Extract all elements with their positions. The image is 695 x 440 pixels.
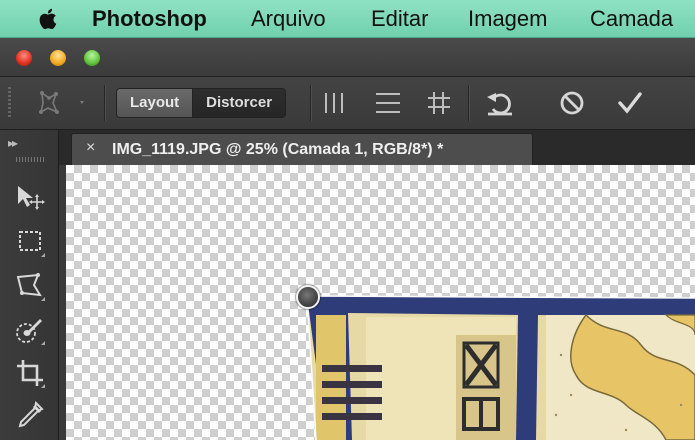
menu-imagem[interactable]: Imagem (468, 6, 547, 32)
crop-tool-icon[interactable] (14, 358, 46, 388)
options-bar: Layout Distorcer (0, 77, 695, 130)
options-separator (310, 85, 311, 121)
document-tab[interactable]: × IMG_1119.JPG @ 25% (Camada 1, RGB/8*) … (71, 133, 533, 165)
vertical-lines-icon[interactable] (321, 88, 351, 118)
transform-corner-handle[interactable] (296, 285, 320, 309)
move-tool-icon[interactable] (14, 182, 46, 212)
marquee-tool-icon[interactable] (14, 227, 46, 257)
options-separator (468, 85, 469, 121)
undo-icon[interactable] (484, 87, 516, 119)
mode-toggle: Layout Distorcer (116, 88, 287, 118)
quick-selection-tool-icon[interactable] (14, 315, 46, 345)
mode-layout-button[interactable]: Layout (117, 89, 194, 117)
photo-layer[interactable] (66, 165, 695, 440)
options-separator (104, 85, 105, 121)
menu-camada[interactable]: Camada (590, 6, 673, 32)
window-title-bar (0, 38, 695, 77)
cancel-icon[interactable] (557, 88, 587, 118)
window-minimize-button[interactable] (50, 50, 66, 66)
commit-check-icon[interactable] (615, 88, 645, 118)
horizontal-lines-icon[interactable] (373, 88, 403, 118)
puppet-warp-icon[interactable] (36, 90, 86, 116)
panel-collapse-icon[interactable]: ▸▸ (8, 136, 18, 150)
apple-logo-icon[interactable] (36, 6, 62, 32)
grid-icon[interactable] (424, 88, 454, 118)
canvas-left-edge (59, 165, 66, 440)
menu-bar: Photoshop Arquivo Editar Imagem Camada (0, 0, 695, 38)
menu-arquivo[interactable]: Arquivo (251, 6, 326, 32)
eyedropper-tool-icon[interactable] (14, 400, 46, 430)
mode-distorcer-button[interactable]: Distorcer (193, 89, 286, 117)
document-tab-title: IMG_1119.JPG @ 25% (Camada 1, RGB/8*) * (112, 141, 444, 158)
menu-app-photoshop[interactable]: Photoshop (92, 6, 207, 32)
options-bar-grip[interactable] (8, 87, 11, 119)
tools-panel-grip[interactable] (16, 157, 46, 162)
canvas-transparent-area[interactable] (66, 165, 695, 440)
document-tab-strip: × IMG_1119.JPG @ 25% (Camada 1, RGB/8*) … (59, 130, 695, 165)
close-tab-button[interactable]: × (86, 139, 95, 157)
tools-panel: ▸▸ (0, 130, 59, 440)
window-close-button[interactable] (16, 50, 32, 66)
menu-editar[interactable]: Editar (371, 6, 428, 32)
window-zoom-button[interactable] (84, 50, 100, 66)
lasso-tool-icon[interactable] (14, 271, 46, 301)
